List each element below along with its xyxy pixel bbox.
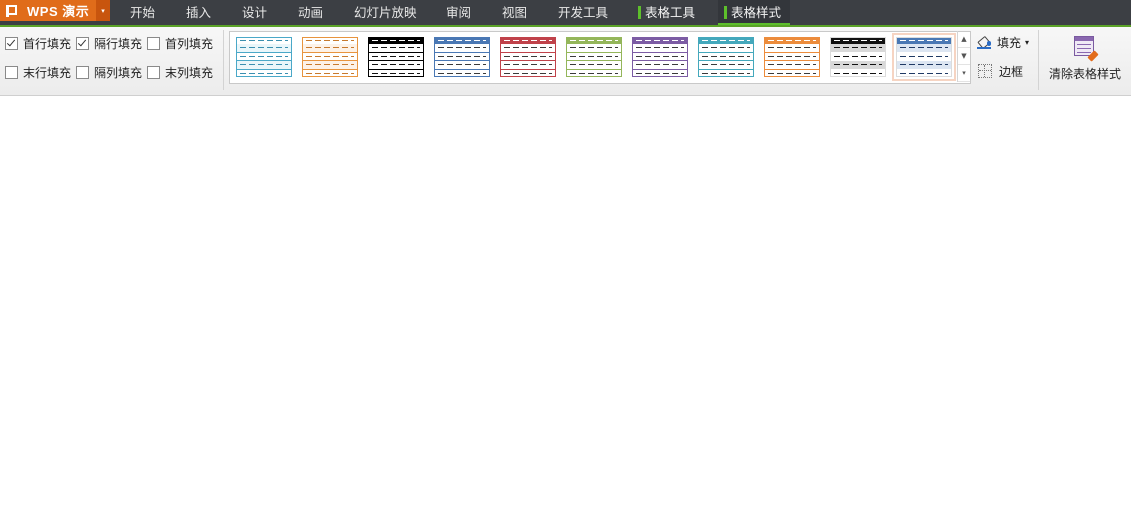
checkbox-unchecked-icon [76,65,89,79]
gallery-expand-icon[interactable]: ▾ [958,65,970,82]
context-tab-marker [724,6,727,19]
tab-design[interactable]: 设计 [242,0,267,25]
gallery-scroll-up-icon[interactable]: ▲ [958,31,970,48]
border-grid-icon [978,64,992,78]
last-row-fill-label: 末行填充 [23,65,72,80]
clear-table-style-button[interactable]: 清除表格样式 [1044,34,1126,90]
clear-table-style-label: 清除表格样式 [1048,67,1121,81]
tab-table-tools-label: 表格工具 [645,5,696,20]
table-style-swatch-gray-black[interactable] [830,37,886,77]
tab-slideshow[interactable]: 幻灯片放映 [354,0,417,25]
table-style-gallery [229,31,971,84]
tab-insert[interactable]: 插入 [186,0,211,25]
tab-review[interactable]: 审阅 [446,0,471,25]
context-tab-marker [638,6,641,19]
tab-animation[interactable]: 动画 [298,0,323,25]
first-row-fill-checkbox[interactable]: 首行填充 [5,35,71,51]
app-menu-button[interactable]: WPS 演示 ▾ [0,0,110,21]
ribbon-separator [1038,30,1039,90]
tab-table-style[interactable]: 表格样式 [718,0,790,25]
fill-label: 填充 [997,35,1022,50]
banded-cols-checkbox[interactable]: 隔列填充 [76,64,142,80]
gallery-scroller: ▲ ▼ ▾ [957,31,970,82]
ribbon-table-style: 首行填充 隔行填充 首列填充 末行填充 隔列填充 末列填充 ▲ ▼ ▾ 填充 ▾… [0,27,1131,96]
paint-bucket-icon [977,35,991,50]
app-dropdown-arrow-icon[interactable]: ▾ [96,0,110,21]
tab-start[interactable]: 开始 [130,0,155,25]
table-style-swatch-light-orange[interactable] [302,37,358,77]
last-col-fill-label: 末列填充 [165,65,214,80]
banded-rows-label: 隔行填充 [94,36,143,51]
gallery-scroll-down-icon[interactable]: ▼ [958,48,970,65]
checkbox-checked-icon [76,36,89,50]
table-style-swatch-orange[interactable] [764,37,820,77]
menu-tab-bar: WPS 演示 ▾ 开始 插入 设计 动画 幻灯片放映 审阅 视图 开发工具 表格… [0,0,1131,27]
banded-rows-checkbox[interactable]: 隔行填充 [76,35,142,51]
border-label: 边框 [999,64,1024,79]
checkbox-unchecked-icon [147,36,160,50]
banded-cols-label: 隔列填充 [94,65,143,80]
ribbon-separator [223,30,224,90]
tab-table-tools[interactable]: 表格工具 [638,0,695,25]
table-style-swatch-teal[interactable] [698,37,754,77]
fill-dropdown-arrow-icon[interactable]: ▾ [1025,38,1029,47]
table-style-swatch-black[interactable] [368,37,424,77]
app-name: WPS 演示 [27,4,90,19]
first-col-fill-label: 首列填充 [165,36,214,51]
table-style-swatch-blue[interactable] [434,37,490,77]
last-col-fill-checkbox[interactable]: 末列填充 [147,64,213,80]
table-style-swatch-purple[interactable] [632,37,688,77]
last-row-fill-checkbox[interactable]: 末行填充 [5,64,71,80]
checkbox-unchecked-icon [5,65,18,79]
checkbox-unchecked-icon [147,65,160,79]
tab-table-style-label: 表格样式 [731,5,782,20]
table-style-swatch-green[interactable] [566,37,622,77]
fill-button[interactable]: 填充 ▾ [977,33,1029,51]
checkbox-checked-icon [5,36,18,50]
border-button[interactable]: 边框 [978,62,1023,80]
clear-table-style-icon [1074,36,1099,62]
table-style-swatch-blue-banded[interactable] [892,33,956,81]
tab-view[interactable]: 视图 [502,0,527,25]
wps-logo-icon [5,4,19,18]
first-row-fill-label: 首行填充 [23,36,72,51]
table-style-swatch-light-cyan[interactable] [236,37,292,77]
tab-developer[interactable]: 开发工具 [558,0,608,25]
first-col-fill-checkbox[interactable]: 首列填充 [147,35,213,51]
table-style-swatch-red[interactable] [500,37,556,77]
